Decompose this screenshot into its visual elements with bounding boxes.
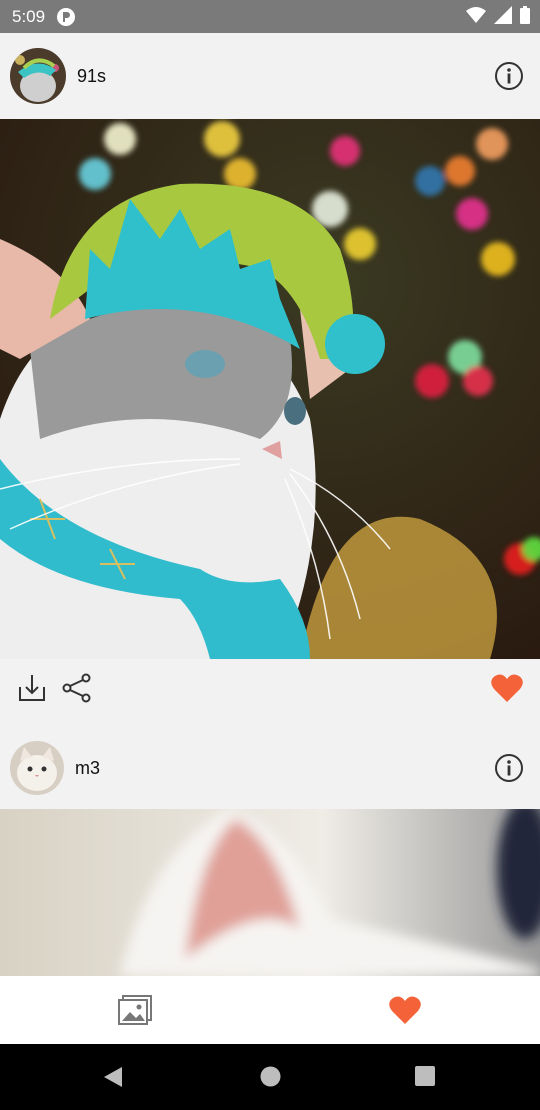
wifi-icon bbox=[466, 7, 486, 23]
heart-icon[interactable] bbox=[491, 673, 523, 703]
download-icon[interactable] bbox=[17, 673, 47, 703]
post-image[interactable] bbox=[0, 809, 540, 976]
recents-icon[interactable] bbox=[415, 1066, 435, 1086]
signal-icon bbox=[494, 6, 512, 24]
info-icon[interactable] bbox=[494, 61, 524, 91]
post-username[interactable]: m3 bbox=[75, 758, 100, 779]
post-action-bar bbox=[0, 659, 540, 717]
status-icons bbox=[466, 6, 530, 24]
favorites-heart-icon[interactable] bbox=[389, 993, 421, 1027]
post-header: 91s bbox=[0, 33, 540, 119]
app-notification-icon bbox=[57, 7, 76, 26]
back-icon[interactable] bbox=[102, 1066, 124, 1088]
info-icon[interactable] bbox=[494, 753, 524, 783]
bottom-navigation bbox=[0, 976, 540, 1044]
post-header: m3 bbox=[0, 727, 540, 809]
status-bar: 5:09 bbox=[0, 0, 540, 33]
avatar[interactable] bbox=[10, 741, 64, 795]
system-navigation-bar bbox=[0, 1044, 540, 1110]
share-icon[interactable] bbox=[62, 673, 92, 703]
status-time: 5:09 bbox=[12, 6, 46, 26]
avatar[interactable] bbox=[10, 48, 66, 104]
gallery-icon[interactable] bbox=[117, 993, 153, 1027]
home-icon[interactable] bbox=[260, 1066, 281, 1087]
post-username[interactable]: 91s bbox=[77, 66, 106, 87]
battery-icon bbox=[520, 6, 530, 24]
post-image[interactable] bbox=[0, 119, 540, 659]
